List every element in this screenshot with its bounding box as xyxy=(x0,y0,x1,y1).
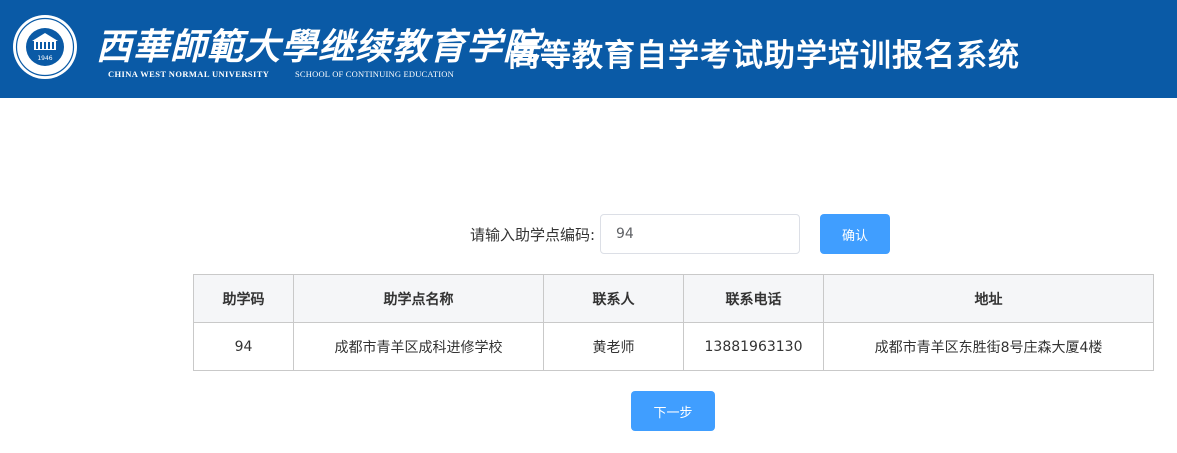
seal-year: 1946 xyxy=(37,55,52,62)
header-contact: 联系人 xyxy=(543,274,684,323)
school-name-en: SCHOOL OF CONTINUING EDUCATION xyxy=(295,69,454,79)
system-title: 高等教育自学考试助学培训报名系统 xyxy=(508,38,1020,74)
header-address: 地址 xyxy=(823,274,1154,323)
university-name-en: CHINA WEST NORMAL UNIVERSITY xyxy=(108,69,270,79)
table-row: 94 成都市青羊区成科进修学校 黄老师 13881963130 成都市青羊区东胜… xyxy=(193,322,1154,371)
page-header: 1946 西華師範大學继续教育学院 CHINA WEST NORMAL UNIV… xyxy=(0,0,1177,98)
header-name: 助学点名称 xyxy=(293,274,544,323)
cell-name: 成都市青羊区成科进修学校 xyxy=(293,322,544,371)
header-code: 助学码 xyxy=(193,274,294,323)
cell-phone: 13881963130 xyxy=(683,322,824,371)
confirm-button[interactable]: 确认 xyxy=(820,214,890,254)
code-input[interactable] xyxy=(600,214,800,254)
cell-code: 94 xyxy=(193,322,294,371)
cell-address: 成都市青羊区东胜街8号庄森大厦4楼 xyxy=(823,322,1154,371)
table-header-row: 助学码 助学点名称 联系人 联系电话 地址 xyxy=(193,274,1154,323)
university-logo-text: 西華師範大學继续教育学院 xyxy=(96,26,541,68)
cell-contact: 黄老师 xyxy=(543,322,684,371)
next-step-button[interactable]: 下一步 xyxy=(631,391,715,431)
result-table: 助学码 助学点名称 联系人 联系电话 地址 94 成都市青羊区成科进修学校 黄老… xyxy=(193,274,1154,371)
university-seal-icon: 1946 xyxy=(13,15,77,79)
code-input-label: 请输入助学点编码: xyxy=(469,226,595,244)
header-phone: 联系电话 xyxy=(683,274,824,323)
